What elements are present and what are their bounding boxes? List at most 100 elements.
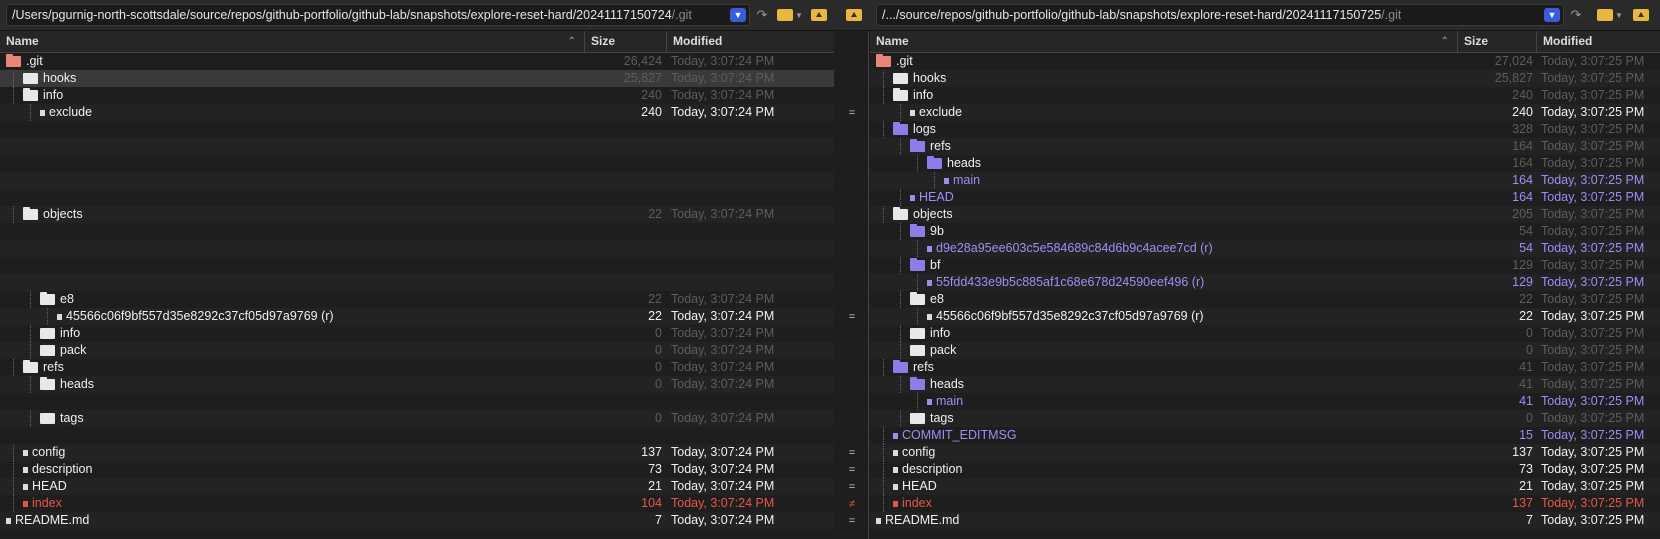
folder-row[interactable]: info 0 Today, 3:07:24 PM (0, 325, 834, 342)
file-row[interactable]: README.md 7 Today, 3:07:24 PM (0, 512, 834, 529)
file-row[interactable]: HEAD 21 Today, 3:07:24 PM (0, 478, 834, 495)
folder-row[interactable]: heads 0 Today, 3:07:24 PM (0, 376, 834, 393)
equal-icon[interactable]: = (834, 308, 870, 325)
refresh-icon[interactable]: ↷ (1566, 5, 1586, 25)
tree-guide (30, 410, 31, 427)
folder-row[interactable]: refs 0 Today, 3:07:24 PM (0, 359, 834, 376)
folder-row[interactable]: hooks 25,827 Today, 3:07:24 PM (0, 70, 834, 87)
folder-row[interactable]: info 240 Today, 3:07:25 PM (870, 87, 1660, 104)
folder-row[interactable]: heads 41 Today, 3:07:25 PM (870, 376, 1660, 393)
folder-row[interactable]: tags 0 Today, 3:07:24 PM (0, 410, 834, 427)
chevron-up-icon: ⌃ (1440, 36, 1449, 47)
file-row[interactable]: exclude 240 Today, 3:07:24 PM (0, 104, 834, 121)
parent-folder-icon[interactable] (808, 5, 830, 25)
file-row[interactable]: 45566c06f9bf557d35e8292c37cf05d97a9769 (… (870, 308, 1660, 325)
size-cell: 0 (655, 411, 662, 425)
left-path-bar: /Users/pgurnig-north-scottsdale/source/r… (0, 0, 876, 31)
file-row[interactable]: config 137 Today, 3:07:24 PM (0, 444, 834, 461)
file-row[interactable]: COMMIT_EDITMSG 15 Today, 3:07:25 PM (870, 427, 1660, 444)
folder-row[interactable]: heads 164 Today, 3:07:25 PM (870, 155, 1660, 172)
right-name-column[interactable]: Name ⌃ (870, 31, 1458, 52)
file-row[interactable]: description 73 Today, 3:07:25 PM (870, 461, 1660, 478)
size-cell: 21 (1519, 479, 1533, 493)
right-modified-column[interactable]: Modified (1537, 31, 1660, 52)
folder-row[interactable]: refs 41 Today, 3:07:25 PM (870, 359, 1660, 376)
folder-row[interactable]: logs 328 Today, 3:07:25 PM (870, 121, 1660, 138)
left-modified-column[interactable]: Modified (667, 31, 834, 52)
not-equal-icon[interactable]: ≠ (834, 495, 870, 512)
folder-row[interactable]: info 0 Today, 3:07:25 PM (870, 325, 1660, 342)
folder-row[interactable]: objects 205 Today, 3:07:25 PM (870, 206, 1660, 223)
file-row[interactable]: index 104 Today, 3:07:24 PM (0, 495, 834, 512)
size-cell: 240 (1512, 88, 1533, 102)
tree-guide (900, 223, 901, 240)
equal-icon[interactable]: = (834, 461, 870, 478)
size-cell: 240 (641, 105, 662, 119)
folder-row[interactable]: .git 27,024 Today, 3:07:25 PM (870, 53, 1660, 70)
folder-row[interactable]: info 240 Today, 3:07:24 PM (0, 87, 834, 104)
chevron-up-icon: ⌃ (567, 36, 576, 47)
chevron-down-icon[interactable]: ▼ (730, 8, 746, 22)
file-row[interactable]: README.md 7 Today, 3:07:25 PM (870, 512, 1660, 529)
size-cell: 0 (655, 343, 662, 357)
equal-icon[interactable]: = (834, 512, 870, 529)
tree-guide (917, 274, 918, 291)
file-row[interactable]: 55fdd433e9b5c885af1c68e678d24590eef496 (… (870, 274, 1660, 291)
modified-cell: Today, 3:07:25 PM (1541, 292, 1645, 306)
equal-icon[interactable]: = (834, 478, 870, 495)
folder-row[interactable]: objects 22 Today, 3:07:24 PM (0, 206, 834, 223)
file-row[interactable]: 45566c06f9bf557d35e8292c37cf05d97a9769 (… (0, 308, 834, 325)
folder-row[interactable]: pack 0 Today, 3:07:25 PM (870, 342, 1660, 359)
file-row[interactable]: config 137 Today, 3:07:25 PM (870, 444, 1660, 461)
left-size-column[interactable]: Size (585, 31, 667, 52)
file-row[interactable]: index 137 Today, 3:07:25 PM (870, 495, 1660, 512)
left-path-suffix: /.git (671, 8, 692, 22)
folder-row[interactable]: refs 164 Today, 3:07:25 PM (870, 138, 1660, 155)
file-row[interactable]: main 41 Today, 3:07:25 PM (870, 393, 1660, 410)
tree-guide (30, 291, 31, 308)
size-cell: 54 (1519, 241, 1533, 255)
size-cell: 41 (1519, 394, 1533, 408)
folder-row[interactable]: tags 0 Today, 3:07:25 PM (870, 410, 1660, 427)
left-name-column[interactable]: Name ⌃ (0, 31, 585, 52)
folder-icon[interactable]: ▼ (776, 5, 804, 25)
modified-cell: Today, 3:07:25 PM (1541, 496, 1645, 510)
folder-icon[interactable]: ▼ (1596, 5, 1624, 25)
size-cell: 164 (1512, 139, 1533, 153)
right-column-header: Name ⌃ Size Modified (870, 31, 1660, 53)
right-size-column[interactable]: Size (1458, 31, 1537, 52)
size-cell: 137 (1512, 496, 1533, 510)
refresh-icon[interactable]: ↷ (752, 5, 772, 25)
right-path-field[interactable]: /.../source/repos/github-portfolio/githu… (876, 4, 1564, 26)
size-cell: 25,827 (1494, 71, 1533, 85)
file-row[interactable]: exclude 240 Today, 3:07:25 PM (870, 104, 1660, 121)
folder-row[interactable]: .git 26,424 Today, 3:07:24 PM (0, 53, 834, 70)
file-row[interactable]: main 164 Today, 3:07:25 PM (870, 172, 1660, 189)
tree-guide (900, 325, 901, 342)
parent-folder-icon[interactable] (1630, 5, 1652, 25)
blank-row (0, 189, 834, 206)
blank-row (0, 155, 834, 172)
folder-row[interactable]: hooks 25,827 Today, 3:07:25 PM (870, 70, 1660, 87)
folder-row[interactable]: pack 0 Today, 3:07:24 PM (0, 342, 834, 359)
blank-row (0, 240, 834, 257)
tree-guide (917, 308, 918, 325)
file-row[interactable]: d9e28a95ee603c5e584689c84d6b9c4acee7cd (… (870, 240, 1660, 257)
right-path-bar: /.../source/repos/github-portfolio/githu… (876, 0, 1660, 31)
left-path-field[interactable]: /Users/pgurnig-north-scottsdale/source/r… (6, 4, 750, 26)
left-column-header: Name ⌃ Size Modified (0, 31, 834, 53)
folder-row[interactable]: e8 22 Today, 3:07:24 PM (0, 291, 834, 308)
modified-cell: Today, 3:07:25 PM (1541, 428, 1645, 442)
folder-row[interactable]: e8 22 Today, 3:07:25 PM (870, 291, 1660, 308)
folder-row[interactable]: 9b 54 Today, 3:07:25 PM (870, 223, 1660, 240)
modified-cell: Today, 3:07:24 PM (671, 479, 775, 493)
file-row[interactable]: HEAD 164 Today, 3:07:25 PM (870, 189, 1660, 206)
file-row[interactable]: description 73 Today, 3:07:24 PM (0, 461, 834, 478)
size-cell: 22 (648, 207, 662, 221)
equal-icon[interactable]: = (834, 104, 870, 121)
file-row[interactable]: HEAD 21 Today, 3:07:25 PM (870, 478, 1660, 495)
chevron-down-icon[interactable]: ▼ (1544, 8, 1560, 22)
folder-row[interactable]: bf 129 Today, 3:07:25 PM (870, 257, 1660, 274)
swap-panes-icon[interactable] (842, 5, 866, 25)
equal-icon[interactable]: = (834, 444, 870, 461)
